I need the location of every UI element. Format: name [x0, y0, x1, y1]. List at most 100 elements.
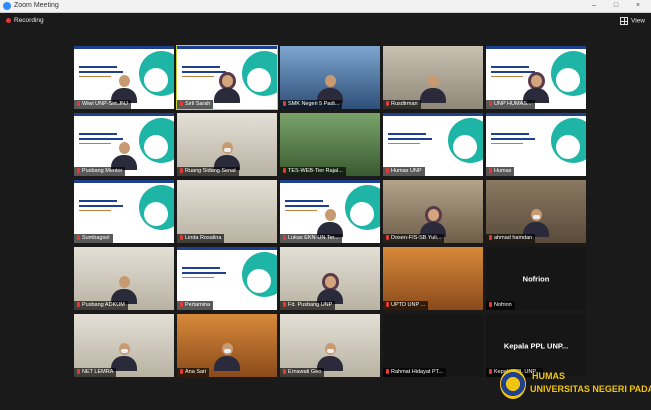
muted-mic-icon	[180, 302, 183, 308]
participant-name: Nofrion	[494, 302, 512, 308]
participant-name: SMK Negeri 5 Padi...	[288, 101, 340, 107]
participant-tile[interactable]: Sumbagsel	[74, 180, 174, 243]
muted-mic-icon	[489, 302, 492, 308]
unp-emblem-icon	[500, 369, 526, 399]
slide-text-line	[182, 267, 220, 269]
slide-decoration	[453, 135, 477, 159]
participant-name: Pusbang ADKUM	[82, 302, 125, 308]
participant-tile[interactable]: Nofrion Nofrion	[486, 247, 586, 310]
slide-text-line	[79, 133, 117, 135]
participant-tile[interactable]: Wiwi UNP-Sirt.JNJ	[74, 46, 174, 109]
participant-name: Pusbang Mentor	[82, 168, 123, 174]
humas-unp-watermark: HUMAS UNIVERSITAS NEGERI PADANG	[500, 365, 651, 405]
participant-tile[interactable]: Humas	[486, 113, 586, 176]
slide-text-line	[182, 66, 220, 68]
watermark-line-2: UNIVERSITAS NEGERI PADANG	[530, 384, 651, 394]
slide-text-line	[491, 133, 529, 135]
participant-tile[interactable]: Humas UNP	[383, 113, 483, 176]
participant-name-label: Pusbang ADKUM	[74, 301, 128, 310]
minimize-button[interactable]: –	[585, 0, 603, 11]
participant-tile[interactable]: Lukas EKN-UN Ter...	[280, 180, 380, 243]
slide-header-bar	[177, 46, 277, 49]
slide-header-bar	[177, 247, 277, 250]
muted-mic-icon	[283, 101, 286, 107]
title-bar: Zoom Meeting – □ ×	[0, 0, 651, 13]
muted-mic-icon	[386, 235, 389, 241]
participant-tile[interactable]: SMK Negeri 5 Padi...	[280, 46, 380, 109]
slide-text-line	[79, 210, 111, 211]
participant-tile[interactable]: UNP HUMAS...	[486, 46, 586, 109]
slide-header-bar	[74, 46, 174, 49]
muted-mic-icon	[180, 168, 183, 174]
participant-tile[interactable]: Dosen-FIS-SB Yuli...	[383, 180, 483, 243]
participant-name-label: Ernawati Geo	[280, 368, 325, 377]
participant-video	[111, 276, 137, 304]
participant-name-label: Humas UNP	[383, 167, 425, 176]
participant-name-label: Linda Rosalina	[177, 234, 225, 243]
participant-name-label: Rusdirman	[383, 100, 421, 109]
participant-tile[interactable]: NET LEMRA	[74, 314, 174, 377]
participant-tile[interactable]: Pertamina	[177, 247, 277, 310]
participant-name-label: Sirli Sarah	[177, 100, 214, 109]
participant-tile[interactable]: Pusbang Mentor	[74, 113, 174, 176]
participant-name: Sirli Sarah	[185, 101, 211, 107]
zoom-logo-icon	[3, 2, 11, 10]
participant-tile[interactable]: Fd. Pusbang UNP	[280, 247, 380, 310]
participant-name: Humas UNP	[391, 168, 422, 174]
watermark-line-1: HUMAS	[532, 371, 565, 381]
slide-text-line	[79, 200, 117, 202]
slide-text-line	[79, 143, 111, 144]
participant-video	[111, 142, 137, 170]
participant-video	[111, 75, 137, 103]
participant-name: Sumbagsel	[82, 235, 110, 241]
participant-name-label: Ruang Sidang Senat	[177, 167, 239, 176]
view-button[interactable]: View	[620, 17, 645, 25]
slide-text-line	[388, 138, 432, 140]
participant-name-label: UPTD UNP ...	[383, 301, 429, 310]
slide-decoration	[144, 135, 168, 159]
participant-tile[interactable]: TES-WEB-Tier Rajal...	[280, 113, 380, 176]
participant-name-label: Nofrion	[486, 301, 515, 310]
participant-name: Lukas EKN-UN Ter...	[288, 235, 339, 241]
maximize-button[interactable]: □	[607, 0, 625, 11]
participant-tile[interactable]: Rahmat Hidayat PT...	[383, 314, 483, 377]
muted-mic-icon	[77, 369, 80, 375]
participant-name: UPTD UNP ...	[391, 302, 426, 308]
participant-name: Rusdirman	[391, 101, 418, 107]
participant-tile[interactable]: Ruang Sidang Senat	[177, 113, 277, 176]
muted-mic-icon	[77, 235, 80, 241]
participant-name-label: Wiwi UNP-Sirt.JNJ	[74, 100, 131, 109]
participant-tile[interactable]: Rusdirman	[383, 46, 483, 109]
muted-mic-icon	[77, 101, 80, 107]
close-button[interactable]: ×	[629, 0, 647, 11]
participant-tile[interactable]: Sirli Sarah	[176, 45, 278, 110]
slide-text-line	[285, 210, 317, 211]
participant-name: Dosen-FIS-SB Yuli...	[391, 235, 442, 241]
slide-text-line	[388, 143, 420, 144]
slide-decoration	[556, 135, 580, 159]
view-label: View	[631, 17, 645, 25]
participant-name: ahmad hamdan	[494, 235, 533, 241]
grid-view-icon	[620, 17, 629, 25]
participant-video	[420, 209, 446, 237]
participant-tile[interactable]: Pusbang ADKUM	[74, 247, 174, 310]
participant-tile[interactable]: Ernawati Geo	[280, 314, 380, 377]
participant-tile[interactable]: Ana Sari	[177, 314, 277, 377]
participant-video	[214, 343, 240, 371]
participant-name: Ernawati Geo	[288, 369, 322, 375]
slide-decoration	[247, 269, 271, 293]
muted-mic-icon	[283, 235, 286, 241]
participant-tile[interactable]: ahmad hamdan	[486, 180, 586, 243]
participant-name-label: Rahmat Hidayat PT...	[383, 368, 446, 377]
participant-tile[interactable]: Linda Rosalina	[177, 180, 277, 243]
slide-header-bar	[383, 113, 483, 116]
participant-tile[interactable]: UPTD UNP ...	[383, 247, 483, 310]
participant-name: Fd. Pusbang UNP	[288, 302, 333, 308]
recording-indicator[interactable]: Recording	[6, 17, 44, 24]
slide-text-line	[491, 143, 523, 144]
muted-mic-icon	[180, 369, 183, 375]
participant-name-label: Fd. Pusbang UNP	[280, 301, 336, 310]
slide-text-line	[79, 205, 123, 207]
slide-decoration	[350, 202, 374, 226]
slide-header-bar	[280, 180, 380, 183]
